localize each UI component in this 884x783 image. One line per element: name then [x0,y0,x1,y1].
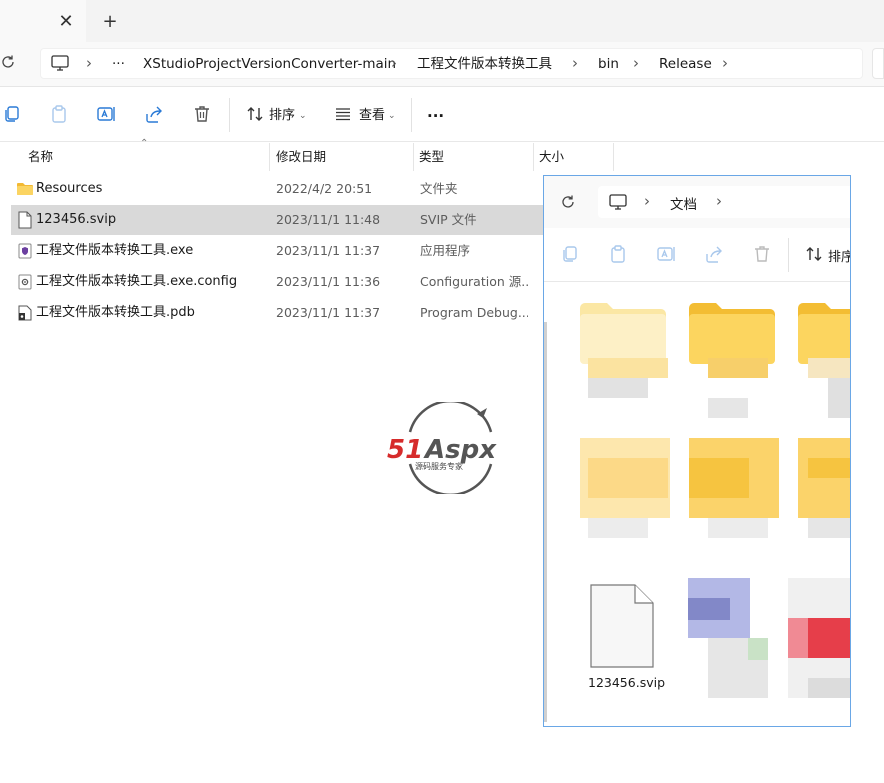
delete-icon [752,244,772,268]
toolbar-divider [411,98,412,132]
file-name: Resources [36,181,103,196]
paste-icon [49,104,71,126]
blurred-label [708,358,768,378]
file-name: 工程文件版本转换工具.exe [36,243,194,258]
file-modified: 2023/11/1 11:37 [276,305,381,320]
sort-icon[interactable] [804,244,824,268]
sort-up-icon: ⌃ [140,138,149,149]
more-options-button[interactable]: ··· [427,107,444,125]
rename-icon[interactable] [96,104,118,126]
file-modified: 2023/11/1 11:48 [276,212,381,227]
share-icon [704,244,724,268]
tab-bar [0,0,884,42]
breadcrumb-bin[interactable]: bin [598,55,619,73]
folder-icon[interactable] [798,438,850,518]
column-type[interactable]: 类型 [419,148,444,166]
blurred-label [828,378,850,418]
exe-icon [18,243,32,259]
refresh-icon[interactable] [0,54,20,74]
blurred-thumbnail [748,638,768,660]
column-modified[interactable]: 修改日期 [276,148,326,166]
scrollbar[interactable] [544,322,547,722]
this-pc-icon[interactable] [50,54,72,74]
file-type: 文件夹 [420,181,458,196]
blurred-folder [689,458,749,498]
sort-icon[interactable] [245,104,267,126]
blurred-folder [808,458,850,478]
svg-text:源码服务专家: 源码服务专家 [415,461,463,471]
file-icon [18,211,32,229]
blurred-label [708,518,768,538]
blurred-thumbnail [688,598,730,620]
view-icon[interactable] [333,104,355,126]
blurred-label [708,398,748,418]
search-box[interactable] [872,48,884,79]
file-modified: 2023/11/1 11:36 [276,274,381,289]
pdb-icon [18,305,32,321]
blurred-label [808,358,850,378]
file-type: Program Debug... [420,305,528,320]
file-type: Configuration 源... [420,274,528,289]
second-explorer-window[interactable]: › 文档 › 排序 [543,175,851,727]
view-button[interactable]: 查看 [359,107,385,125]
chevron-right-icon[interactable]: › [716,192,722,210]
watermark-logo: 51 Aspx 源码服务专家 [385,399,513,497]
toolbar-divider [788,238,789,272]
file-modified: 2022/4/2 20:51 [276,181,373,196]
blurred-label [588,518,648,538]
file-icon[interactable] [590,584,654,672]
breadcrumb-documents[interactable]: 文档 [670,193,697,213]
file-modified: 2023/11/1 11:37 [276,243,381,258]
blurred-thumbnail [808,678,850,698]
chevron-down-icon: ⌄ [299,111,307,121]
file-name[interactable]: 123456.svip [588,675,665,690]
chevron-right-icon: › [633,54,639,72]
this-pc-icon[interactable] [608,193,628,211]
file-type: 应用程序 [420,243,471,258]
chevron-right-icon: › [86,54,92,72]
blurred-label [588,358,668,378]
blurred-thumbnail [808,618,850,658]
toolbar-divider [229,98,230,132]
delete-icon[interactable] [192,104,214,126]
chevron-right-icon: › [644,192,650,210]
column-name[interactable]: 名称 [28,148,53,166]
chevron-right-icon: › [572,54,578,72]
config-icon [18,274,32,290]
blurred-folder [588,458,668,498]
share-icon[interactable] [144,104,166,126]
plus-icon[interactable]: + [100,12,120,32]
file-type: SVIP 文件 [420,212,477,227]
column-divider[interactable] [413,143,414,171]
file-name: 123456.svip [36,212,117,227]
column-size[interactable]: 大小 [539,148,564,166]
blurred-label [588,378,648,398]
copy-icon[interactable] [2,104,24,126]
sort-button[interactable]: 排序 [269,107,295,125]
breadcrumb-release[interactable]: Release [659,55,712,73]
paste-icon [608,244,628,268]
refresh-icon[interactable] [560,194,578,212]
chevron-right-icon: › [391,54,397,72]
rename-icon [656,244,676,268]
svg-text:51: 51 [387,435,423,465]
chevron-down-icon: ⌄ [388,111,396,121]
chevron-right-icon[interactable]: › [722,54,728,72]
svg-text:Aspx: Aspx [423,435,497,465]
column-divider[interactable] [613,143,614,171]
breadcrumb-project[interactable]: XStudioProjectVersionConverter-main [143,55,396,73]
file-name: 工程文件版本转换工具.exe.config [36,274,238,289]
column-divider[interactable] [533,143,534,171]
blurred-label [808,518,850,538]
column-divider[interactable] [269,143,270,171]
sort-button[interactable]: 排序 [828,246,850,265]
copy-icon [560,244,580,268]
breadcrumb-overflow[interactable]: ··· [112,55,125,73]
breadcrumb-tool[interactable]: 工程文件版本转换工具 [417,55,552,73]
window2-address-bar[interactable] [598,186,850,218]
folder-icon [16,181,34,197]
close-icon[interactable]: ✕ [56,12,76,32]
file-name: 工程文件版本转换工具.pdb [36,305,195,320]
